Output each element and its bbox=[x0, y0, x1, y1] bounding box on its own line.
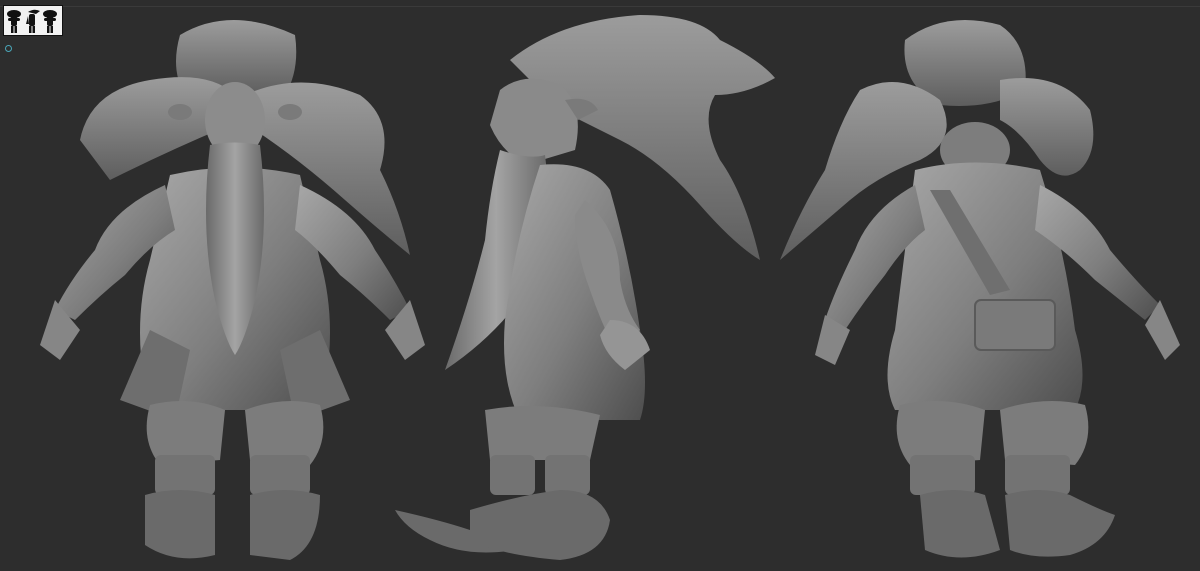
back-view-model bbox=[780, 20, 1180, 558]
side-view-model bbox=[395, 15, 775, 560]
sculpt-viewport[interactable] bbox=[0, 0, 1200, 571]
front-view-model bbox=[40, 20, 425, 560]
sculpt-render bbox=[40, 15, 1180, 560]
